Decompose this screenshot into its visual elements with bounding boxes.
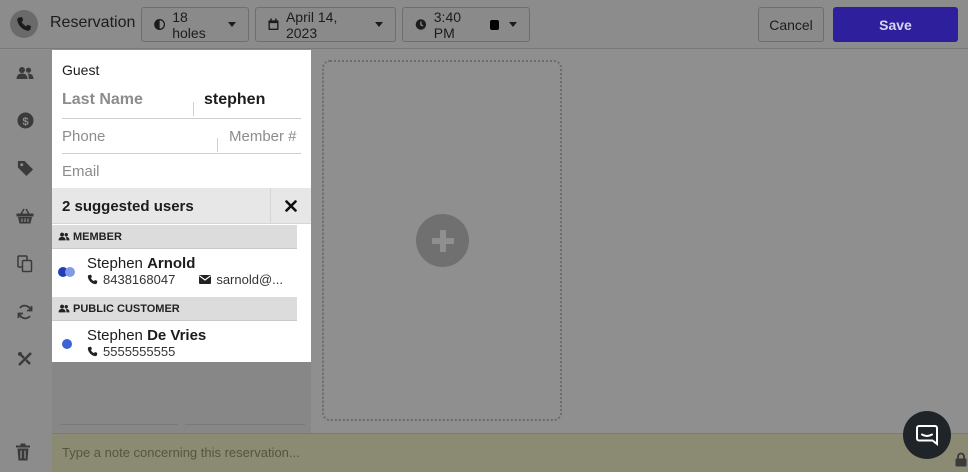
note-input[interactable]: Type a note concerning this reservation.… <box>62 445 300 460</box>
phone-icon[interactable] <box>10 10 38 38</box>
group-title: MEMBER <box>73 230 122 243</box>
tag-icon[interactable] <box>15 158 35 178</box>
users-icon <box>58 304 70 313</box>
phone-icon <box>87 346 98 357</box>
basket-icon[interactable] <box>15 206 35 226</box>
holes-value: 18 holes <box>172 8 206 41</box>
color-swatch <box>489 19 499 30</box>
user-phone: 8438168047 <box>103 272 176 287</box>
guest-panel: Guest Last Name stephen Phone Member # E… <box>52 50 311 362</box>
date-dropdown[interactable]: April 14, 2023 <box>255 7 396 42</box>
cancel-button[interactable]: Cancel <box>758 7 824 42</box>
plus-icon[interactable] <box>416 214 469 267</box>
status-dot <box>62 339 72 349</box>
close-icon[interactable] <box>270 188 311 224</box>
first-name-field[interactable]: stephen <box>204 91 265 109</box>
field-separator <box>193 102 194 116</box>
suggested-user-row[interactable]: Stephen Arnold 8438168047 sarnold@... <box>52 250 311 296</box>
copy-icon[interactable] <box>15 254 35 274</box>
phone-icon <box>87 274 98 285</box>
lock-icon[interactable] <box>955 452 967 472</box>
page-title: Reservation <box>50 14 136 31</box>
group-header-member: MEMBER <box>52 225 297 249</box>
suggestions-bar: 2 suggested users <box>52 188 311 224</box>
user-contact: 8438168047 sarnold@... <box>87 272 283 287</box>
chevron-down-icon <box>375 22 383 27</box>
svg-text:$: $ <box>22 115 29 127</box>
suggestions-count: 2 suggested users <box>62 198 194 215</box>
hidden-field-2 <box>185 412 305 425</box>
last-name-field[interactable]: Last Name <box>62 91 143 109</box>
status-dot <box>65 267 75 277</box>
group-header-public-customer: PUBLIC CUSTOMER <box>52 297 297 321</box>
guest-label: Guest <box>62 62 100 78</box>
chevron-down-icon <box>228 22 236 27</box>
phone-field[interactable]: Phone <box>62 128 105 145</box>
holes-dropdown[interactable]: 18 holes <box>141 7 249 42</box>
date-value: April 14, 2023 <box>285 8 338 41</box>
user-name: Stephen De Vries <box>87 327 207 344</box>
note-bar[interactable]: Type a note concerning this reservation.… <box>52 433 968 472</box>
user-email: sarnold@... <box>216 272 283 287</box>
save-button[interactable]: Save <box>833 7 958 42</box>
dollar-icon[interactable]: $ <box>15 110 35 130</box>
group-title: PUBLIC CUSTOMER <box>73 302 180 315</box>
mail-icon <box>199 275 212 284</box>
golf-icon <box>154 19 166 30</box>
user-contact: 5555555555 <box>87 344 175 359</box>
chat-icon[interactable] <box>903 411 951 459</box>
users-icon <box>58 232 70 241</box>
clock-icon <box>415 19 427 30</box>
email-field[interactable]: Email <box>62 163 100 180</box>
time-dropdown[interactable]: 3:40 PM <box>402 7 530 42</box>
user-name: Stephen Arnold <box>87 255 196 272</box>
field-underline <box>62 118 301 119</box>
member-number-field[interactable]: Member # <box>229 128 297 145</box>
sync-icon[interactable] <box>15 302 35 322</box>
side-rail: $ <box>0 50 52 472</box>
field-underline <box>62 153 301 154</box>
field-separator <box>217 138 218 152</box>
user-phone: 5555555555 <box>103 344 176 359</box>
trash-icon[interactable] <box>15 443 35 463</box>
calendar-icon <box>268 18 279 30</box>
top-bar: Reservation 18 holes April 14, 2023 3:40… <box>0 0 968 49</box>
chevron-down-icon <box>509 22 517 27</box>
hidden-field-1 <box>60 412 178 425</box>
users-icon[interactable] <box>15 63 35 83</box>
tools-icon[interactable] <box>15 349 35 369</box>
suggested-user-row[interactable]: Stephen De Vries 5555555555 <box>52 322 311 362</box>
time-value: 3:40 PM <box>433 8 462 41</box>
